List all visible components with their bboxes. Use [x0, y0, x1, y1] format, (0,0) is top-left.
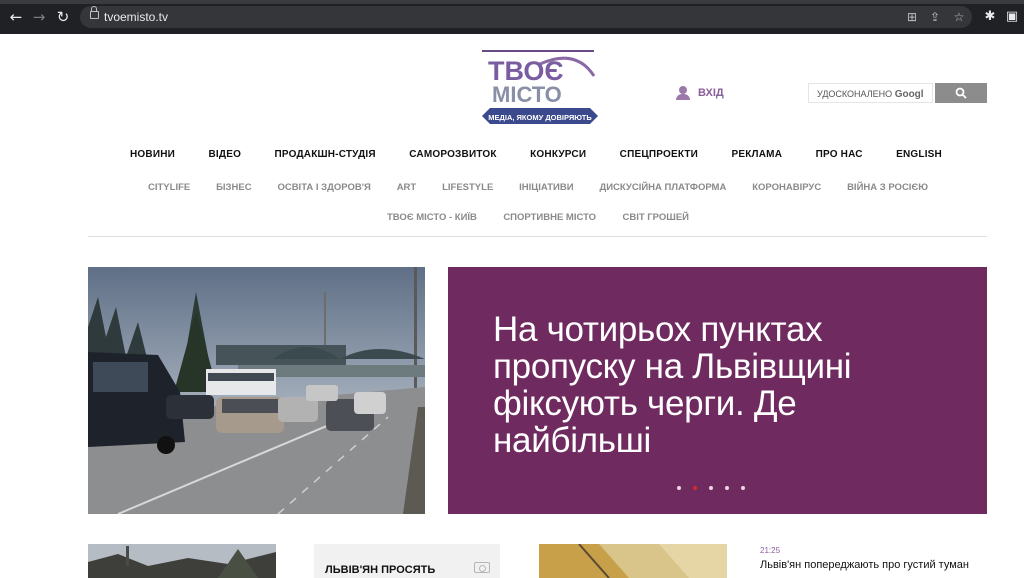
news-headline-link[interactable]: Львів'ян попереджають про густий туман: [760, 559, 1000, 571]
site-logo[interactable]: ТВОЄ МІСТО МЕДІА, ЯКОМУ ДОВІРЯЮТЬ: [478, 50, 600, 128]
hero-headline[interactable]: На чотирьох пунктах пропуску на Львівщин…: [493, 311, 963, 459]
autumn-tree-photo: [539, 544, 727, 578]
nav-item-coronavirus[interactable]: КОРОНАВІРУС: [752, 182, 821, 193]
site-search: УДОСКОНАЛЕНО Googl: [808, 83, 987, 103]
forward-arrow-icon[interactable]: →: [31, 9, 47, 25]
translate-icon[interactable]: ⊞: [905, 10, 919, 24]
logo-ribbon: МЕДІА, ЯКОМУ ДОВІРЯЮТЬ: [488, 113, 592, 122]
nav-item-business[interactable]: БІЗНЕС: [216, 182, 251, 193]
search-brand: Googl: [894, 89, 924, 100]
nav-item-contests[interactable]: КОНКУРСИ: [530, 149, 586, 160]
extensions-puzzle-icon[interactable]: ✱: [982, 9, 998, 25]
browser-toolbar: ← → ↻ tvoemisto.tv ⊞ ⇪ ☆ ✱ ▣: [0, 0, 1024, 34]
nav-item-special-projects[interactable]: СПЕЦПРОЕКТИ: [620, 149, 698, 160]
url-text[interactable]: tvoemisto.tv: [104, 10, 168, 24]
nav-item-education-health[interactable]: ОСВІТА І ЗДОРОВ'Я: [277, 182, 370, 193]
hero-image[interactable]: [88, 267, 425, 514]
border-checkpoint-photo: [88, 267, 425, 514]
nav-item-english[interactable]: ENGLISH: [896, 149, 942, 160]
user-icon: [676, 86, 690, 100]
search-prefix: УДОСКОНАЛЕНО: [817, 89, 893, 99]
church-photo: [88, 544, 276, 578]
nav-item-lifestyle[interactable]: LIFESTYLE: [442, 182, 493, 193]
slider-dot-1[interactable]: [677, 486, 681, 490]
slider-dot-5[interactable]: [741, 486, 745, 490]
hero-slide-panel[interactable]: На чотирьох пунктах пропуску на Львівщин…: [448, 267, 987, 514]
nav-item-kyiv[interactable]: ТВОЄ МІСТО - КИЇВ: [387, 212, 477, 223]
search-input[interactable]: УДОСКОНАЛЕНО Googl: [808, 83, 933, 103]
nav-item-initiatives[interactable]: ІНІЦІАТИВИ: [519, 182, 573, 193]
search-button[interactable]: [935, 83, 987, 103]
bookmark-star-icon[interactable]: ☆: [952, 10, 966, 24]
login-label: ВХІД: [698, 87, 724, 99]
card-title: ЛЬВІВ'ЯН ПРОСЯТЬ: [325, 564, 436, 576]
nav-item-video[interactable]: ВІДЕО: [208, 149, 241, 160]
slider-dot-3[interactable]: [709, 486, 713, 490]
nav-item-sport-city[interactable]: СПОРТИВНЕ МІСТО: [503, 212, 596, 223]
reload-icon[interactable]: ↻: [55, 9, 71, 25]
address-bar[interactable]: tvoemisto.tv ⊞ ⇪ ☆: [80, 6, 972, 28]
back-arrow-icon[interactable]: ←: [8, 9, 24, 25]
nav-item-about[interactable]: ПРО НАС: [816, 149, 863, 160]
sidebar-panel-icon[interactable]: ▣: [1004, 9, 1020, 25]
news-thumbnail-3[interactable]: [539, 544, 727, 578]
header-divider: [88, 236, 987, 237]
news-card-photo[interactable]: ЛЬВІВ'ЯН ПРОСЯТЬ: [314, 544, 500, 578]
slider-dot-4[interactable]: [725, 486, 729, 490]
logo-graphic: ТВОЄ МІСТО МЕДІА, ЯКОМУ ДОВІРЯЮТЬ: [482, 50, 598, 124]
share-icon[interactable]: ⇪: [928, 10, 942, 24]
secondary-nav: CITYLIFE БІЗНЕС ОСВІТА І ЗДОРОВ'Я ART LI…: [148, 182, 928, 193]
search-icon: [955, 87, 967, 99]
news-time: 21:25: [760, 546, 781, 555]
nav-item-self-development[interactable]: САМОРОЗВИТОК: [409, 149, 496, 160]
nav-item-discussion-platform[interactable]: ДИСКУСІЙНА ПЛАТФОРМА: [599, 182, 726, 193]
nav-item-citylife[interactable]: CITYLIFE: [148, 182, 190, 193]
news-thumbnail-1[interactable]: [88, 544, 276, 578]
primary-nav: НОВИНИ ВІДЕО ПРОДАКШН-СТУДІЯ САМОРОЗВИТО…: [130, 149, 942, 160]
tab-strip-edge: [0, 0, 1024, 4]
nav-item-money-world[interactable]: СВІТ ГРОШЕЙ: [622, 212, 689, 223]
tertiary-nav: ТВОЄ МІСТО - КИЇВ СПОРТИВНЕ МІСТО СВІТ Г…: [387, 212, 689, 223]
nav-item-production-studio[interactable]: ПРОДАКШН-СТУДІЯ: [274, 149, 375, 160]
nav-item-advertising[interactable]: РЕКЛАМА: [732, 149, 783, 160]
logo-line2: МІСТО: [492, 82, 562, 107]
camera-icon: [474, 562, 490, 573]
login-link[interactable]: ВХІД: [676, 86, 724, 100]
slider-dot-2[interactable]: [693, 486, 697, 490]
nav-item-news[interactable]: НОВИНИ: [130, 149, 175, 160]
slider-dots: [677, 486, 745, 490]
nav-item-art[interactable]: ART: [397, 182, 417, 193]
nav-item-war[interactable]: ВІЙНА З РОСІЄЮ: [847, 182, 928, 193]
lock-icon[interactable]: [90, 6, 99, 19]
